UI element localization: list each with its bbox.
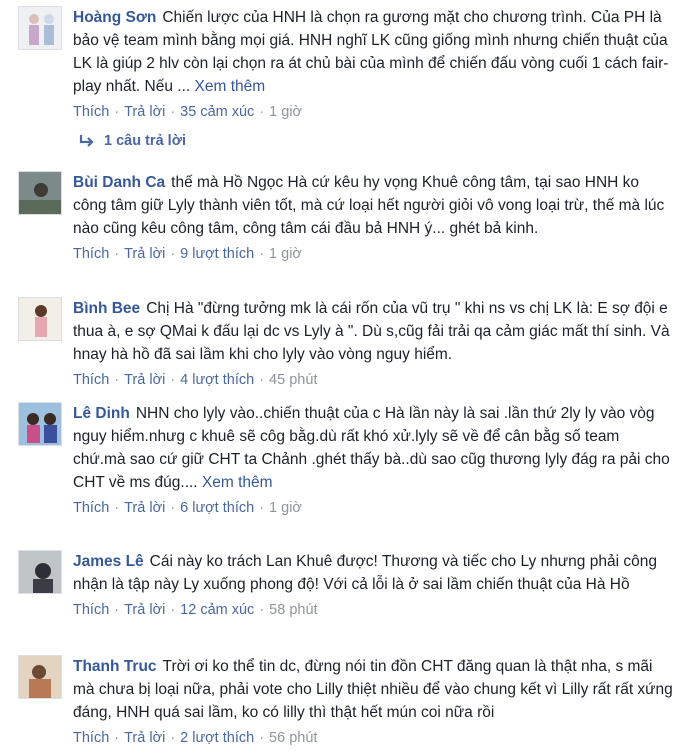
comment-actions: Thích · Trả lời · 6 lượt thích · 1 giờ [73, 500, 302, 516]
avatar[interactable] [18, 297, 62, 341]
like-count[interactable]: 6 lượt thích [180, 500, 254, 516]
like-button[interactable]: Thích [73, 372, 109, 388]
like-count[interactable]: 9 lượt thích [180, 246, 254, 262]
comment-actions: Thích · Trả lời · 9 lượt thích · 1 giờ [73, 246, 302, 262]
comment-actions: Thích · Trả lời · 2 lượt thích · 56 phút [73, 730, 318, 746]
reply-arrow-icon [79, 135, 94, 147]
timestamp[interactable]: 1 giờ [269, 500, 302, 516]
reply-button[interactable]: Trả lời [124, 602, 165, 618]
reaction-count[interactable]: 35 cảm xúc [180, 104, 254, 120]
comment-actions: Thích · Trả lời · 4 lượt thích · 45 phút [73, 372, 318, 388]
avatar[interactable] [18, 550, 62, 594]
like-button[interactable]: Thích [73, 246, 109, 262]
commenter-name[interactable]: Lê Dinh [73, 405, 130, 422]
like-button[interactable]: Thích [73, 602, 109, 618]
reply-button[interactable]: Trả lời [124, 500, 165, 516]
see-more-link[interactable]: Xem thêm [195, 78, 266, 95]
commenter-name[interactable]: James Lê [73, 553, 144, 570]
avatar[interactable] [18, 171, 62, 215]
like-button[interactable]: Thích [73, 730, 109, 746]
comment-text: Hoàng Sơn Chiến lược của HNH là chọn ra g… [73, 9, 669, 95]
commenter-name[interactable]: Thanh Truc [73, 658, 157, 675]
comment-actions: Thích · Trả lời · 35 cảm xúc · 1 giờ [73, 104, 303, 120]
timestamp[interactable]: 1 giờ [269, 246, 302, 262]
reaction-count[interactable]: 12 cảm xúc [180, 602, 254, 618]
commenter-name[interactable]: Bùi Danh Ca [73, 174, 165, 191]
like-count[interactable]: 4 lượt thích [180, 372, 254, 388]
timestamp[interactable]: 58 phút [269, 602, 317, 618]
reply-button[interactable]: Trả lời [124, 372, 165, 388]
like-count[interactable]: 2 lượt thích [180, 730, 254, 746]
comment-text: Bình Bee Chị Hà "đừng tưởng mk là cái rốn… [73, 300, 670, 363]
like-button[interactable]: Thích [73, 104, 109, 120]
reply-button[interactable]: Trả lời [124, 104, 165, 120]
comment-text: Thanh Truc Trời ơi ko thể tin dc, đừng nó… [73, 658, 673, 721]
timestamp[interactable]: 1 giờ [269, 104, 302, 120]
comment-text: Bùi Danh Ca thế mà Hồ Ngọc Hà cứ kêu hy v… [73, 174, 665, 237]
commenter-name[interactable]: Bình Bee [73, 300, 140, 317]
comment-thread: Hoàng Sơn Chiến lược của HNH là chọn ra g… [0, 0, 690, 753]
avatar[interactable] [18, 655, 62, 699]
see-more-link[interactable]: Xem thêm [202, 474, 273, 491]
timestamp[interactable]: 56 phút [269, 730, 317, 746]
commenter-name[interactable]: Hoàng Sơn [73, 9, 156, 26]
comment-text: Lê Dinh NHN cho lyly vào..chiến thuật của… [73, 405, 670, 491]
avatar[interactable] [18, 402, 62, 446]
like-button[interactable]: Thích [73, 500, 109, 516]
comment-text: James Lê Cái này ko trách Lan Khuê được! … [73, 553, 657, 593]
view-replies-link[interactable]: 1 câu trả lời [78, 133, 186, 149]
timestamp[interactable]: 45 phút [269, 372, 317, 388]
avatar[interactable] [18, 6, 62, 50]
reply-button[interactable]: Trả lời [124, 246, 165, 262]
reply-button[interactable]: Trả lời [124, 730, 165, 746]
comment-actions: Thích · Trả lời · 12 cảm xúc · 58 phút [73, 602, 318, 618]
